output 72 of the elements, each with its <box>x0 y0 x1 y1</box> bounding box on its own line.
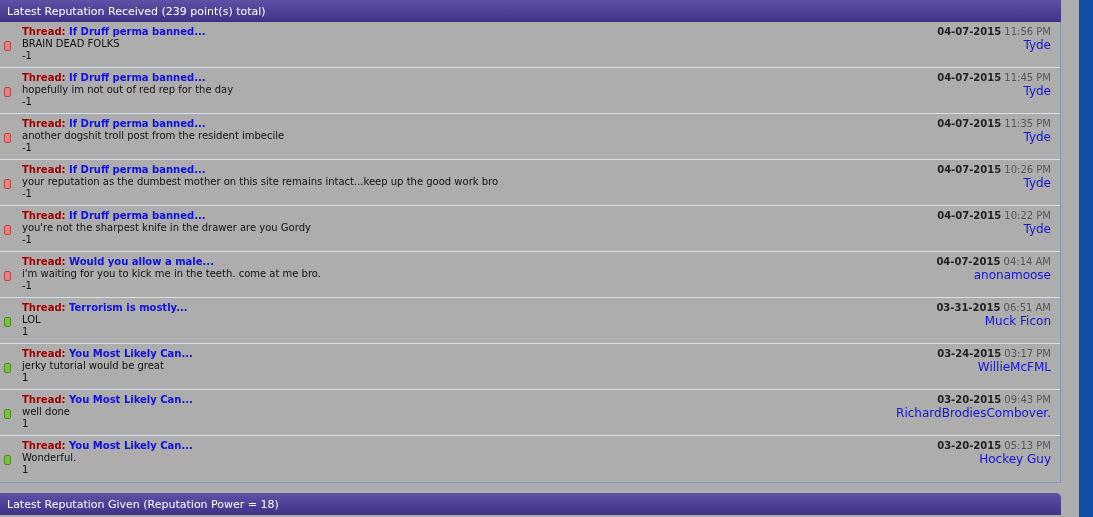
reputation-icon <box>3 225 11 235</box>
comment-text: Wonderful. <box>22 452 78 464</box>
user-link[interactable]: anonamoose <box>973 267 1051 283</box>
reputation-icon <box>3 409 11 419</box>
user-link[interactable]: Tyde <box>1023 83 1051 99</box>
thread-line: Thread: If Druff perma banned... <box>22 118 207 130</box>
thread-line: Thread: If Druff perma banned... <box>22 26 207 38</box>
user-link[interactable]: WillieMcFML <box>977 359 1051 375</box>
timestamp: 04-07-2015 11:45 PM <box>937 72 1051 83</box>
thread-link[interactable]: If Druff perma banned... <box>69 210 206 221</box>
comment-text: well done <box>22 406 72 418</box>
comment-text: i'm waiting for you to kick me in the teeth. come at me bro. <box>22 268 322 280</box>
user-link[interactable]: RichardBrodiesCombover. <box>896 405 1051 421</box>
user-link[interactable]: Muck Ficon <box>984 313 1051 329</box>
thread-link[interactable]: If Druff perma banned... <box>69 72 206 83</box>
thread-line: Thread: You Most Likely Can... <box>22 394 194 406</box>
reputation-icon <box>3 455 11 465</box>
reputation-icon <box>3 87 11 97</box>
comment-text: your reputation as the dumbest mother on this site remains intact...keep up the good work bro <box>22 176 500 188</box>
points-text: -1 <box>22 50 33 62</box>
section-header: Latest Reputation Received (239 point(s) total) <box>0 0 1061 22</box>
reputation-icon <box>3 133 11 143</box>
timestamp: 04-07-2015 10:22 PM <box>937 210 1051 221</box>
reputation-icon <box>3 317 11 327</box>
user-link[interactable]: Hockey Guy <box>979 451 1051 467</box>
timestamp: 03-24-2015 03:17 PM <box>937 348 1051 359</box>
reputation-icon <box>3 179 11 189</box>
reputation-icon <box>3 41 11 51</box>
points-text: 1 <box>22 464 30 476</box>
comment-text: hopefully im not out of red rep for the day <box>22 84 235 96</box>
thread-link[interactable]: If Druff perma banned... <box>69 164 206 175</box>
timestamp: 03-20-2015 05:13 PM <box>937 440 1051 451</box>
points-text: 1 <box>22 418 30 430</box>
thread-link[interactable]: You Most Likely Can... <box>69 394 193 405</box>
points-text: -1 <box>22 142 33 154</box>
comment-text: LOL <box>22 314 42 326</box>
points-text: 1 <box>22 326 30 338</box>
points-text: -1 <box>22 96 33 108</box>
thread-link[interactable]: If Druff perma banned... <box>69 118 206 129</box>
points-text: -1 <box>22 188 33 200</box>
thread-link[interactable]: Terrorism is mostly... <box>69 302 188 313</box>
user-link[interactable]: Tyde <box>1023 175 1051 191</box>
comment-text: BRAIN DEAD FOLKS <box>22 38 121 50</box>
thread-link[interactable]: If Druff perma banned... <box>69 26 206 37</box>
timestamp: 04-07-2015 10:26 PM <box>937 164 1051 175</box>
points-text: 1 <box>22 372 30 384</box>
user-link[interactable]: Tyde <box>1023 37 1051 53</box>
timestamp: 04-07-2015 04:14 AM <box>936 256 1051 267</box>
timestamp: 04-07-2015 11:56 PM <box>937 26 1051 37</box>
section-header: Latest Reputation Given (Reputation Power = 18) <box>0 493 1061 515</box>
timestamp: 03-20-2015 09:43 PM <box>937 394 1051 405</box>
timestamp: 04-07-2015 11:35 PM <box>937 118 1051 129</box>
thread-line: Thread: If Druff perma banned... <box>22 210 207 222</box>
thread-line: Thread: You Most Likely Can... <box>22 440 194 452</box>
user-link[interactable]: Tyde <box>1023 129 1051 145</box>
thread-link[interactable]: You Most Likely Can... <box>69 440 193 451</box>
points-text: -1 <box>22 280 33 292</box>
comment-text: another dogshit troll post from the resident imbecile <box>22 130 286 142</box>
thread-line: Thread: Terrorism is mostly... <box>22 302 189 314</box>
points-text: -1 <box>22 234 33 246</box>
comment-text: jerky tutorial would be great <box>22 360 165 372</box>
reputation-icon <box>3 363 11 373</box>
user-link[interactable]: Tyde <box>1023 221 1051 237</box>
reputation-icon <box>3 271 11 281</box>
thread-link[interactable]: Would you allow a male... <box>69 256 214 267</box>
timestamp: 03-31-2015 06:51 AM <box>936 302 1051 313</box>
thread-line: Thread: If Druff perma banned... <box>22 164 207 176</box>
thread-link[interactable]: You Most Likely Can... <box>69 348 193 359</box>
comment-text: you're not the sharpest knife in the drawer are you Gordy <box>22 222 312 234</box>
thread-line: Thread: You Most Likely Can... <box>22 348 194 360</box>
thread-line: Thread: Would you allow a male... <box>22 256 215 268</box>
thread-line: Thread: If Druff perma banned... <box>22 72 207 84</box>
